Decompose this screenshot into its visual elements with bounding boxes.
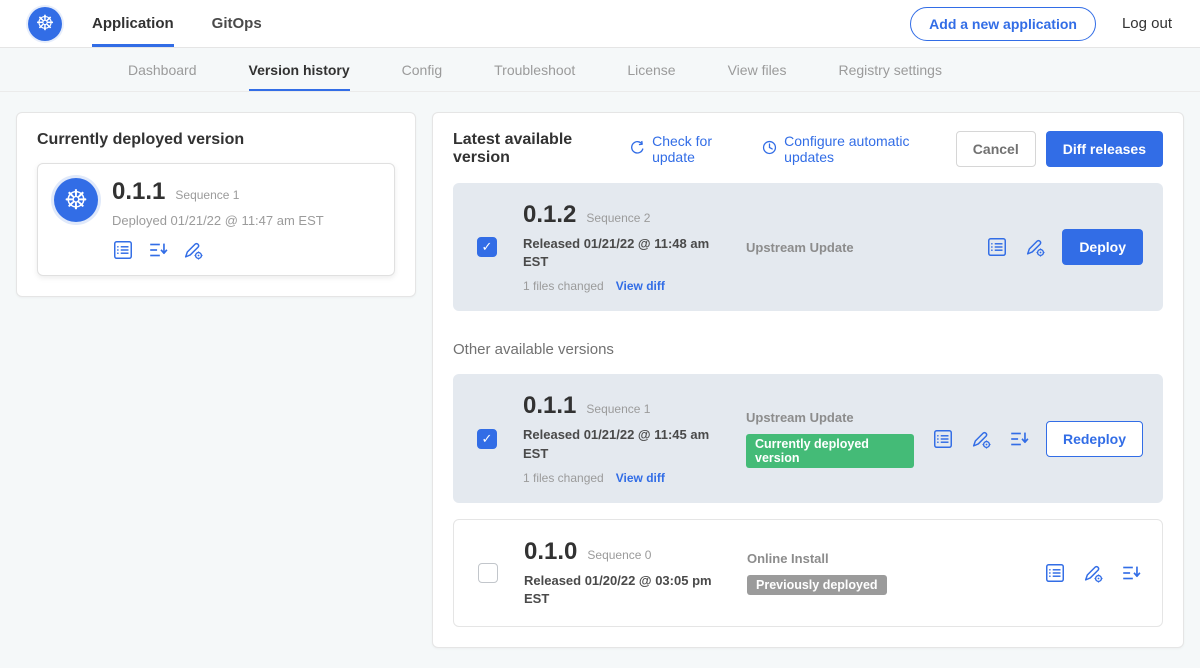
version-info: 0.1.2 Sequence 2 Released 01/21/22 @ 11:… <box>523 201 728 293</box>
subnav-item-dashboard[interactable]: Dashboard <box>128 48 197 91</box>
version-actions: Redeploy <box>932 421 1143 457</box>
logout-link[interactable]: Log out <box>1122 15 1172 32</box>
latest-header: Latest available version Check for updat… <box>453 131 1163 167</box>
subnav-item-version-history[interactable]: Version history <box>249 48 350 91</box>
k8s-wheel-glyph: ☸ <box>64 185 88 216</box>
version-sequence: Sequence 2 <box>586 211 650 225</box>
released-date: Released 01/21/22 @ 11:45 am EST <box>523 426 728 462</box>
redeploy-button[interactable]: Redeploy <box>1046 421 1143 457</box>
release-notes-icon[interactable] <box>986 236 1008 258</box>
subnav-item-view-files[interactable]: View files <box>728 48 787 91</box>
files-changed: 1 files changed <box>523 471 604 485</box>
diff-icon[interactable] <box>1008 428 1030 450</box>
configure-updates-label: Configure automatic updates <box>784 133 936 165</box>
deployed-version-number: 0.1.1 <box>112 178 165 206</box>
app-subnav: Dashboard Version history Config Trouble… <box>0 48 1200 92</box>
version-number: 0.1.2 <box>523 201 576 229</box>
version-source: Online Install Previously deployed <box>747 551 1026 595</box>
version-info: 0.1.1 Sequence 1 Released 01/21/22 @ 11:… <box>523 392 728 484</box>
tab-application[interactable]: Application <box>92 0 174 47</box>
diff-releases-button[interactable]: Diff releases <box>1046 131 1163 167</box>
configure-updates-link[interactable]: Configure automatic updates <box>761 133 936 165</box>
source-label: Online Install <box>747 551 1026 566</box>
main-content: Currently deployed version ☸ 0.1.1 Seque… <box>0 92 1200 668</box>
deployed-date: Deployed 01/21/22 @ 11:47 am EST <box>112 213 324 228</box>
subnav-label: View files <box>728 62 787 78</box>
latest-version-panel: Latest available version Check for updat… <box>432 112 1184 648</box>
view-diff-link[interactable]: View diff <box>616 471 665 485</box>
other-versions-title: Other available versions <box>453 341 1163 358</box>
version-source: Upstream Update <box>746 240 968 255</box>
tab-gitops[interactable]: GitOps <box>212 0 262 47</box>
check-for-update-link[interactable]: Check for update <box>629 133 741 165</box>
release-notes-icon[interactable] <box>1044 562 1066 584</box>
release-notes-icon[interactable] <box>112 239 134 261</box>
diff-icon[interactable] <box>1120 562 1142 584</box>
cancel-button[interactable]: Cancel <box>956 131 1036 167</box>
version-checkbox[interactable]: ✓ <box>477 237 497 257</box>
version-info: 0.1.0 Sequence 0 Released 01/20/22 @ 03:… <box>524 538 729 608</box>
view-diff-link[interactable]: View diff <box>616 279 665 293</box>
subnav-item-config[interactable]: Config <box>402 48 442 91</box>
version-checkbox[interactable]: ✓ <box>477 429 497 449</box>
edit-config-icon[interactable] <box>1082 562 1104 584</box>
version-actions: Deploy <box>986 229 1143 265</box>
deployed-version-card: ☸ 0.1.1 Sequence 1 Deployed 01/21/22 @ 1… <box>37 163 395 276</box>
files-changed: 1 files changed <box>523 279 604 293</box>
currently-deployed-panel: Currently deployed version ☸ 0.1.1 Seque… <box>16 112 416 297</box>
tab-gitops-label: GitOps <box>212 15 262 32</box>
release-notes-icon[interactable] <box>932 428 954 450</box>
version-number: 0.1.0 <box>524 538 577 566</box>
subnav-label: Registry settings <box>838 62 941 78</box>
version-actions <box>1044 562 1142 584</box>
subnav-item-troubleshoot[interactable]: Troubleshoot <box>494 48 575 91</box>
version-row-0-1-0: 0.1.0 Sequence 0 Released 01/20/22 @ 03:… <box>453 519 1163 627</box>
version-row-0-1-1: ✓ 0.1.1 Sequence 1 Released 01/21/22 @ 1… <box>453 374 1163 502</box>
version-checkbox[interactable] <box>478 563 498 583</box>
diff-icon[interactable] <box>147 239 169 261</box>
version-source: Upstream Update Currently deployed versi… <box>746 410 914 468</box>
checkmark-icon: ✓ <box>482 431 493 447</box>
kubernetes-logo-icon: ☸ <box>28 7 62 41</box>
deploy-button[interactable]: Deploy <box>1062 229 1143 265</box>
version-row-0-1-2: ✓ 0.1.2 Sequence 2 Released 01/21/22 @ 1… <box>453 183 1163 311</box>
refresh-icon <box>629 139 646 159</box>
subnav-label: Version history <box>249 62 350 78</box>
released-date: Released 01/21/22 @ 11:48 am EST <box>523 235 728 271</box>
version-sequence: Sequence 1 <box>586 402 650 416</box>
source-label: Upstream Update <box>746 410 914 425</box>
tab-application-label: Application <box>92 15 174 32</box>
check-for-update-label: Check for update <box>652 133 741 165</box>
subnav-label: Config <box>402 62 442 78</box>
add-application-button[interactable]: Add a new application <box>910 7 1096 41</box>
deployed-panel-title: Currently deployed version <box>37 131 395 149</box>
edit-config-icon[interactable] <box>970 428 992 450</box>
deployed-version-sequence: Sequence 1 <box>175 188 239 202</box>
subnav-item-license[interactable]: License <box>627 48 675 91</box>
header-right: Add a new application Log out <box>910 0 1172 47</box>
top-header: ☸ Application GitOps Add a new applicati… <box>0 0 1200 48</box>
currently-deployed-badge: Currently deployed version <box>746 434 914 468</box>
latest-panel-title: Latest available version <box>453 131 609 167</box>
version-number: 0.1.1 <box>523 392 576 420</box>
latest-header-actions: Cancel Diff releases <box>956 131 1163 167</box>
app-icon: ☸ <box>54 178 98 222</box>
subnav-label: Troubleshoot <box>494 62 575 78</box>
k8s-wheel-glyph: ☸ <box>36 11 55 36</box>
subnav-label: License <box>627 62 675 78</box>
released-date: Released 01/20/22 @ 03:05 pm EST <box>524 572 729 608</box>
edit-config-icon[interactable] <box>1024 236 1046 258</box>
edit-config-icon[interactable] <box>182 239 204 261</box>
version-sequence: Sequence 0 <box>587 548 651 562</box>
subnav-item-registry-settings[interactable]: Registry settings <box>838 48 941 91</box>
clock-icon <box>761 139 778 159</box>
checkmark-icon: ✓ <box>482 239 493 255</box>
source-label: Upstream Update <box>746 240 968 255</box>
previously-deployed-badge: Previously deployed <box>747 575 887 595</box>
subnav-label: Dashboard <box>128 62 197 78</box>
deployed-version-info: 0.1.1 Sequence 1 Deployed 01/21/22 @ 11:… <box>112 178 324 261</box>
